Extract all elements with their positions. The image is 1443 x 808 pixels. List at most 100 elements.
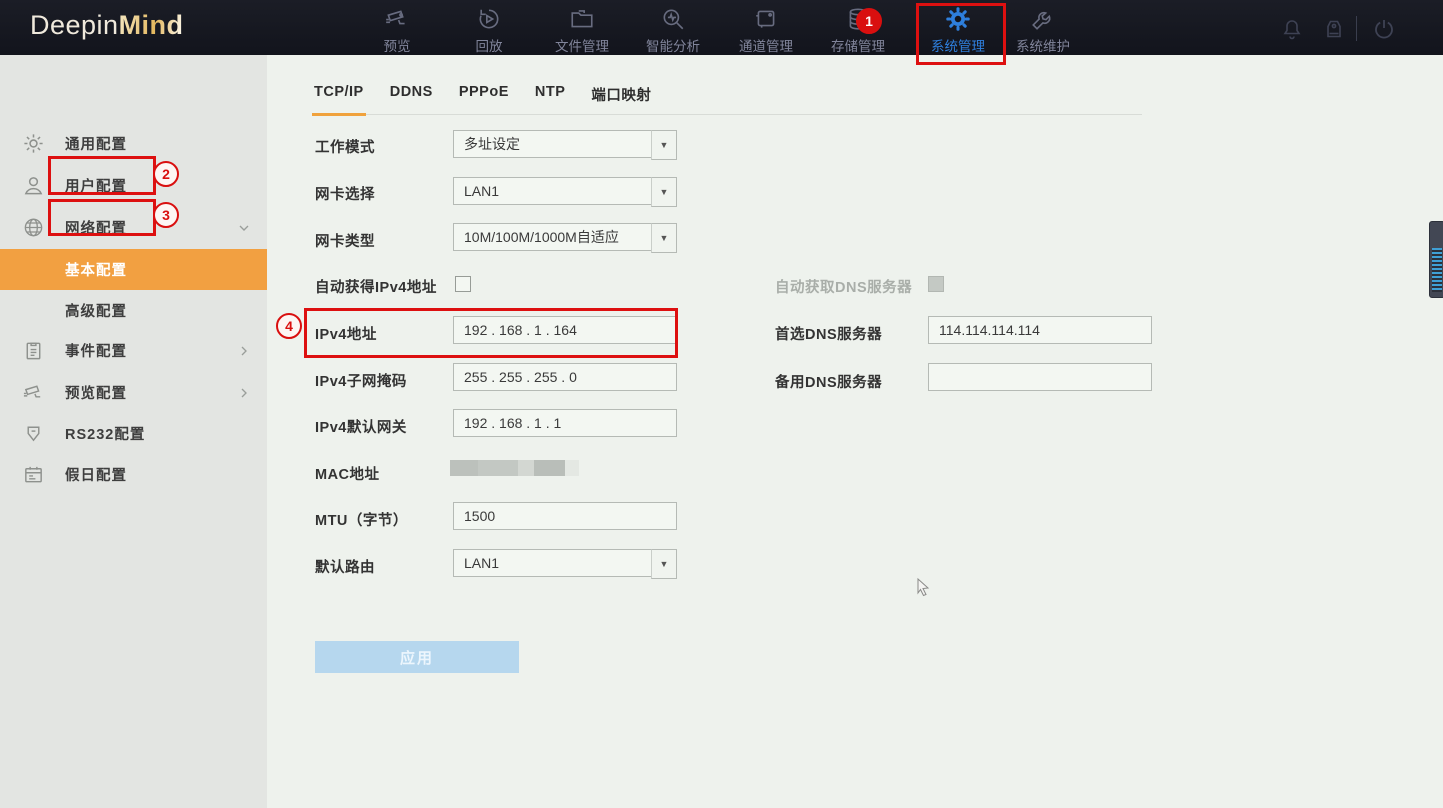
- sidebar-item-label: 预览配置: [65, 382, 127, 403]
- sidebar-item-network-config[interactable]: 网络配置: [0, 207, 267, 248]
- dropdown-arrow-icon: ▼: [651, 177, 677, 207]
- preview-camera-icon: [384, 6, 410, 32]
- playback-icon: [476, 6, 502, 32]
- ipv4-address-value: 192 . 168 . 1 . 164: [464, 322, 577, 338]
- nav-label: 智能分析: [646, 35, 700, 55]
- rs232-plug-icon: [22, 422, 45, 445]
- dropdown-arrow-icon: ▼: [651, 549, 677, 579]
- mac-address-redacted-value: [450, 460, 579, 476]
- top-bar: DeepinMind 预览 回放 文件管理 智能分析 通道管理 存储管理 系统管…: [0, 0, 1443, 55]
- gateway-label: IPv4默认网关: [315, 416, 407, 437]
- sidebar-item-event-config[interactable]: 事件配置: [0, 330, 267, 371]
- topnav-item-system-maintenance[interactable]: 系统维护: [988, 6, 1098, 55]
- work-mode-dropdown[interactable]: 多址设定 ▼: [453, 130, 653, 158]
- annotation-badge-step2: 2: [153, 161, 179, 187]
- alternate-dns-input[interactable]: [928, 363, 1152, 391]
- default-route-dropdown[interactable]: LAN1 ▼: [453, 549, 653, 577]
- preferred-dns-input[interactable]: 114.114.114.114: [928, 316, 1152, 344]
- dropdown-arrow-icon: ▼: [651, 130, 677, 160]
- nav-label: 系统维护: [1016, 35, 1070, 55]
- subnet-mask-label: IPv4子网掩码: [315, 370, 407, 391]
- sidebar-item-rs232-config[interactable]: RS232配置: [0, 413, 267, 454]
- nav-label: 回放: [476, 35, 503, 55]
- gateway-value: 192 . 168 . 1 . 1: [464, 415, 561, 431]
- auto-dns-checkbox[interactable]: [928, 276, 944, 292]
- work-mode-value: 多址设定: [464, 134, 520, 154]
- sidebar-item-basic-config[interactable]: 基本配置: [0, 249, 267, 290]
- gateway-input[interactable]: 192 . 168 . 1 . 1: [453, 409, 677, 437]
- brand-part2: Mind: [119, 10, 184, 40]
- mtu-input[interactable]: 1500: [453, 502, 677, 530]
- tab-port-mapping[interactable]: 端口映射: [589, 84, 653, 105]
- subnet-mask-input[interactable]: 255 . 255 . 255 . 0: [453, 363, 677, 391]
- chevron-right-icon: [236, 343, 252, 359]
- network-tabs: TCP/IP DDNS PPPoE NTP 端口映射: [312, 84, 1142, 115]
- mtu-value: 1500: [464, 508, 495, 524]
- sidebar-item-user-config[interactable]: 用户配置: [0, 165, 267, 206]
- nav-label: 预览: [384, 35, 411, 55]
- auto-ipv4-checkbox[interactable]: [455, 276, 471, 292]
- sidebar-item-label: 基本配置: [65, 259, 127, 280]
- dropdown-arrow-icon: ▼: [651, 223, 677, 253]
- nav-label: 文件管理: [555, 35, 609, 55]
- default-route-value: LAN1: [464, 555, 499, 571]
- mac-address-label: MAC地址: [315, 463, 380, 484]
- tab-ntp[interactable]: NTP: [533, 84, 568, 105]
- calendar-icon: [22, 463, 45, 486]
- nvr-config-screen: DeepinMind 预览 回放 文件管理 智能分析 通道管理 存储管理 系统管…: [0, 0, 1443, 808]
- nav-label: 存储管理: [831, 35, 885, 55]
- mtu-label: MTU（字节）: [315, 509, 408, 530]
- nav-label: 通道管理: [739, 35, 793, 55]
- auto-dns-label: 自动获取DNS服务器: [775, 276, 912, 297]
- annotation-badge-step3: 3: [153, 202, 179, 228]
- nic-type-label: 网卡类型: [315, 230, 375, 251]
- user-icon: [22, 174, 45, 197]
- tab-tcpip[interactable]: TCP/IP: [312, 84, 366, 105]
- file-management-folder-icon: [569, 6, 595, 32]
- sidebar-item-advanced-config[interactable]: 高级配置: [0, 290, 267, 331]
- sidebar-item-label: 通用配置: [65, 133, 127, 154]
- preferred-dns-label: 首选DNS服务器: [775, 323, 882, 344]
- sidebar-item-label: 高级配置: [65, 300, 127, 321]
- brand-part1: Deepin: [30, 10, 119, 40]
- scroll-handle[interactable]: [1429, 221, 1443, 298]
- sidebar-item-general-config[interactable]: 通用配置: [0, 123, 267, 164]
- work-mode-label: 工作模式: [315, 136, 375, 157]
- topbar-divider: [1356, 16, 1357, 41]
- alternate-dns-label: 备用DNS服务器: [775, 371, 882, 392]
- mouse-cursor: [915, 577, 933, 599]
- clipboard-icon: [22, 339, 45, 362]
- sidebar-item-label: 事件配置: [65, 340, 127, 361]
- sidebar-item-label: RS232配置: [65, 423, 145, 444]
- chevron-down-icon: [236, 220, 252, 236]
- ipv4-address-label: IPv4地址: [315, 323, 377, 344]
- sidebar-item-label: 网络配置: [65, 217, 127, 238]
- notification-bell-icon[interactable]: [1280, 17, 1304, 41]
- smart-analysis-magnifier-icon: [660, 6, 686, 32]
- gear-icon: [22, 132, 45, 155]
- auto-ipv4-label: 自动获得IPv4地址: [315, 276, 437, 297]
- apply-button[interactable]: 应用: [315, 641, 519, 673]
- subnet-mask-value: 255 . 255 . 255 . 0: [464, 369, 577, 385]
- ipv4-address-input[interactable]: 192 . 168 . 1 . 164: [453, 316, 677, 344]
- tab-pppoe[interactable]: PPPoE: [457, 84, 511, 105]
- nic-type-value: 10M/100M/1000M自适应: [464, 227, 619, 247]
- sidebar: 通用配置 用户配置 网络配置 基本配置 高级配置 事件配置 预览配置: [0, 55, 267, 808]
- sidebar-item-label: 用户配置: [65, 175, 127, 196]
- nic-select-dropdown[interactable]: LAN1 ▼: [453, 177, 653, 205]
- system-management-gear-icon: [945, 6, 971, 32]
- sidebar-item-holiday-config[interactable]: 假日配置: [0, 454, 267, 495]
- power-icon[interactable]: [1372, 17, 1396, 41]
- channel-management-icon: [753, 6, 779, 32]
- default-route-label: 默认路由: [315, 556, 375, 577]
- annotation-badge-step1: 1: [856, 8, 882, 34]
- nic-select-label: 网卡选择: [315, 183, 375, 204]
- nic-type-dropdown[interactable]: 10M/100M/1000M自适应 ▼: [453, 223, 653, 251]
- tab-ddns[interactable]: DDNS: [388, 84, 435, 105]
- annotation-badge-step4: 4: [276, 313, 302, 339]
- globe-icon: [22, 216, 45, 239]
- sidebar-item-preview-config[interactable]: 预览配置: [0, 372, 267, 413]
- system-maintenance-wrench-icon: [1030, 6, 1056, 32]
- nic-select-value: LAN1: [464, 183, 499, 199]
- alarm-host-icon[interactable]: [1322, 17, 1346, 41]
